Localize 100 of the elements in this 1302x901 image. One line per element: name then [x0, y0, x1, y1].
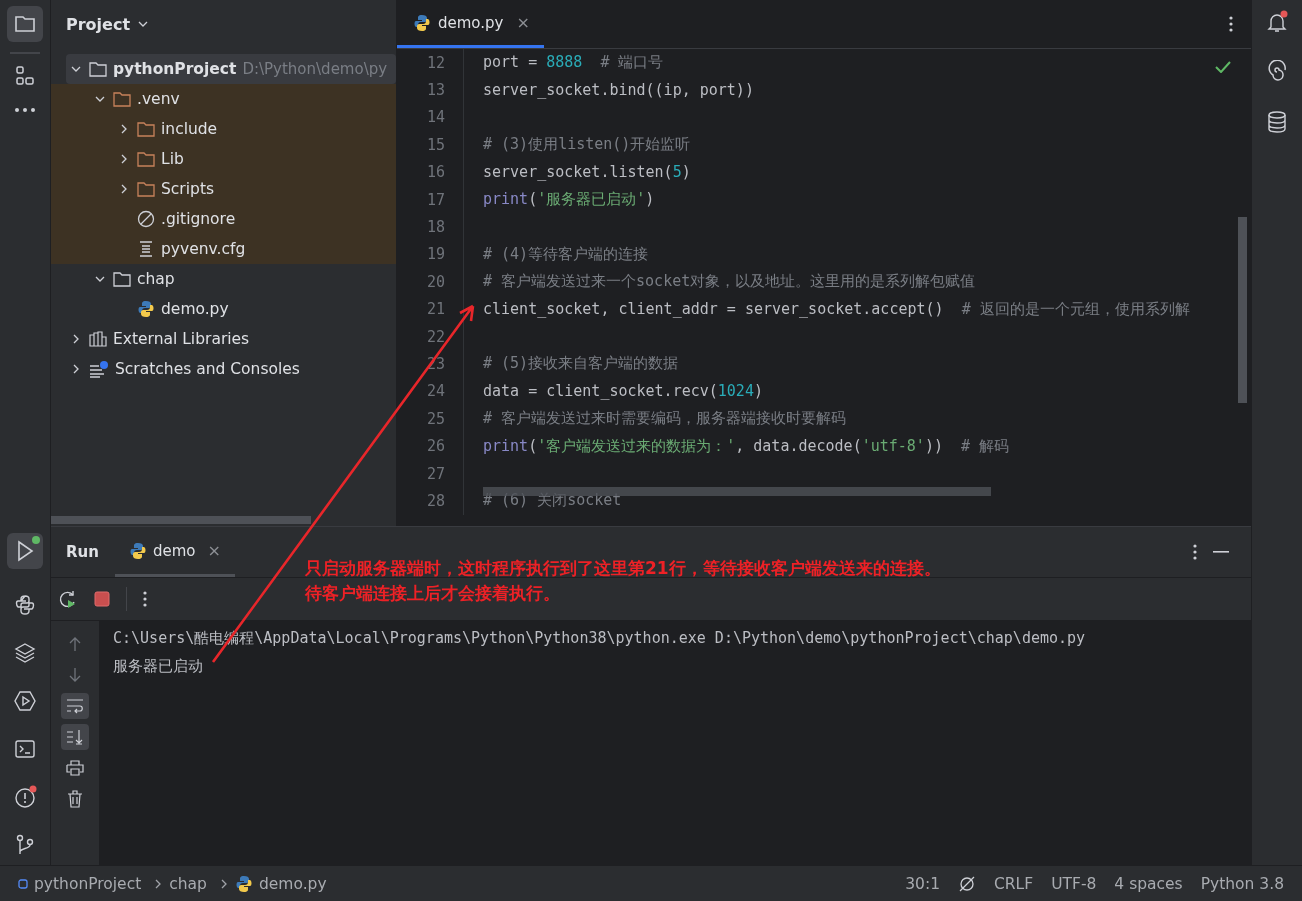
tree-item[interactable]: include — [51, 114, 396, 144]
python-icon[interactable] — [13, 593, 37, 617]
line-number: 26 — [397, 432, 464, 460]
ignore-icon — [137, 210, 155, 228]
status-item[interactable]: 30:1 — [905, 874, 940, 893]
more-icon[interactable] — [1193, 544, 1197, 560]
tree-item-label: Lib — [161, 150, 184, 168]
status-item[interactable]: UTF-8 — [1051, 874, 1097, 893]
folder-icon — [137, 151, 155, 167]
path-label: D:\Python\demo\py — [242, 60, 388, 78]
problems-icon[interactable] — [13, 785, 37, 809]
code-line: port = 8888 # 端口号 — [482, 53, 664, 73]
scratches-icon — [89, 360, 109, 378]
python-file-icon — [413, 13, 431, 32]
panel-title: Run — [66, 543, 99, 561]
breadcrumb[interactable]: demo.py — [258, 874, 327, 893]
more-icon[interactable] — [1229, 16, 1233, 32]
line-number: 20 — [397, 268, 464, 296]
tree-item[interactable]: Scripts — [51, 174, 396, 204]
breadcrumb[interactable]: pythonProject — [34, 874, 142, 893]
chevron-down-icon[interactable] — [95, 274, 105, 284]
scrollbar[interactable] — [1238, 217, 1247, 403]
folder-icon — [137, 181, 155, 197]
code-line: # (6) 关闭socket — [482, 491, 622, 511]
folder-icon — [113, 91, 131, 107]
terminal-icon[interactable] — [13, 737, 37, 761]
close-icon[interactable]: × — [516, 13, 530, 32]
more-icon[interactable] — [13, 106, 37, 114]
code-line: # (4)等待客户端的连接 — [482, 244, 649, 264]
spiral-icon[interactable] — [1265, 60, 1289, 84]
services-icon[interactable] — [13, 689, 37, 713]
tree-item-label: pyvenv.cfg — [161, 240, 246, 258]
folder-icon — [113, 271, 131, 287]
folder-icon — [137, 121, 155, 137]
tree-item-label: .venv — [137, 90, 180, 108]
tree-item[interactable]: demo.py — [51, 294, 396, 324]
chevron-right-icon[interactable] — [71, 364, 81, 374]
panel-title: Project — [66, 14, 131, 34]
line-number: 16 — [397, 158, 464, 186]
line-number: 12 — [397, 49, 464, 77]
scroll-to-end-icon[interactable] — [61, 724, 89, 750]
run-tab[interactable]: demo × — [114, 527, 235, 577]
tree-item-label: Scratches and Consoles — [115, 360, 300, 378]
folder-icon — [89, 61, 107, 77]
status-item[interactable]: CRLF — [994, 874, 1034, 893]
tree-item[interactable]: Lib — [51, 144, 396, 174]
check-icon — [1215, 61, 1231, 73]
run-icon[interactable] — [7, 533, 43, 569]
chevron-down-icon[interactable] — [95, 94, 105, 104]
scrollbar[interactable] — [51, 516, 311, 524]
python-file-icon — [234, 874, 253, 893]
status-item[interactable]: 4 spaces — [1114, 874, 1183, 893]
folder-icon[interactable] — [7, 6, 43, 42]
tree-item-label: .gitignore — [161, 210, 236, 228]
tree-item[interactable]: .venv — [51, 84, 396, 114]
structure-icon[interactable] — [13, 64, 37, 88]
line-number: 21 — [397, 295, 464, 323]
tree-item-label: External Libraries — [113, 330, 250, 348]
layers-icon[interactable] — [13, 641, 37, 665]
code-line: # 客户端发送过来时需要编码，服务器端接收时要解码 — [482, 409, 847, 429]
tree-item[interactable]: External Libraries — [51, 324, 396, 354]
chevron-right-icon[interactable] — [119, 154, 129, 164]
chevron-right-icon[interactable] — [71, 334, 81, 344]
no-sync-icon[interactable] — [958, 874, 976, 893]
chevron-down-icon[interactable] — [138, 21, 149, 27]
line-number: 24 — [397, 377, 464, 406]
console-line: 服务器已启动 — [113, 656, 204, 677]
close-icon[interactable]: × — [207, 541, 221, 560]
line-number: 18 — [397, 213, 464, 241]
code-line: client_socket, client_addr = server_socket.accept() # 返回的是一个元组，使用系列解 — [482, 299, 1190, 319]
tree-item[interactable]: .gitignore — [51, 204, 396, 234]
line-number: 27 — [397, 459, 464, 488]
tree-item[interactable]: chap — [51, 264, 396, 294]
soft-wrap-icon[interactable] — [61, 693, 89, 719]
tree-item[interactable]: pyvenv.cfg — [51, 234, 396, 264]
code-line: # 客户端发送过来一个socket对象，以及地址。这里用的是系列解包赋值 — [482, 272, 976, 292]
status-item[interactable]: Python 3.8 — [1200, 874, 1284, 893]
chevron-right-icon[interactable] — [119, 184, 129, 194]
more-icon[interactable] — [143, 591, 147, 607]
stop-icon[interactable] — [94, 591, 110, 607]
line-number: 22 — [397, 322, 464, 351]
annotation-text: 只启动服务器端时，这时程序执行到了这里第21行，等待接收客户端发送来的连接。 待客户端连接上后才会接着执行。 — [305, 557, 941, 605]
line-number: 15 — [397, 131, 464, 159]
python-file-icon — [137, 300, 155, 318]
tree-item[interactable]: pythonProject D:\Python\demo\py — [66, 54, 396, 84]
line-number: 17 — [397, 185, 464, 214]
chevron-down-icon[interactable] — [71, 64, 81, 74]
bell-icon[interactable] — [1265, 10, 1289, 34]
text-file-icon — [137, 240, 155, 258]
chevron-right-icon[interactable] — [119, 124, 129, 134]
tree-item[interactable]: Scratches and Consoles — [51, 354, 396, 384]
tree-item-label: Scripts — [161, 180, 215, 198]
editor-tab[interactable]: demo.py × — [397, 0, 544, 48]
code-line: server_socket.bind((ip, port)) — [482, 81, 754, 100]
line-number: 25 — [397, 405, 464, 433]
line-number: 28 — [397, 487, 464, 515]
tab-label: demo.py — [438, 13, 504, 32]
database-icon[interactable] — [1265, 110, 1289, 134]
breadcrumb[interactable]: chap — [169, 874, 207, 893]
line-number: 13 — [397, 76, 464, 104]
